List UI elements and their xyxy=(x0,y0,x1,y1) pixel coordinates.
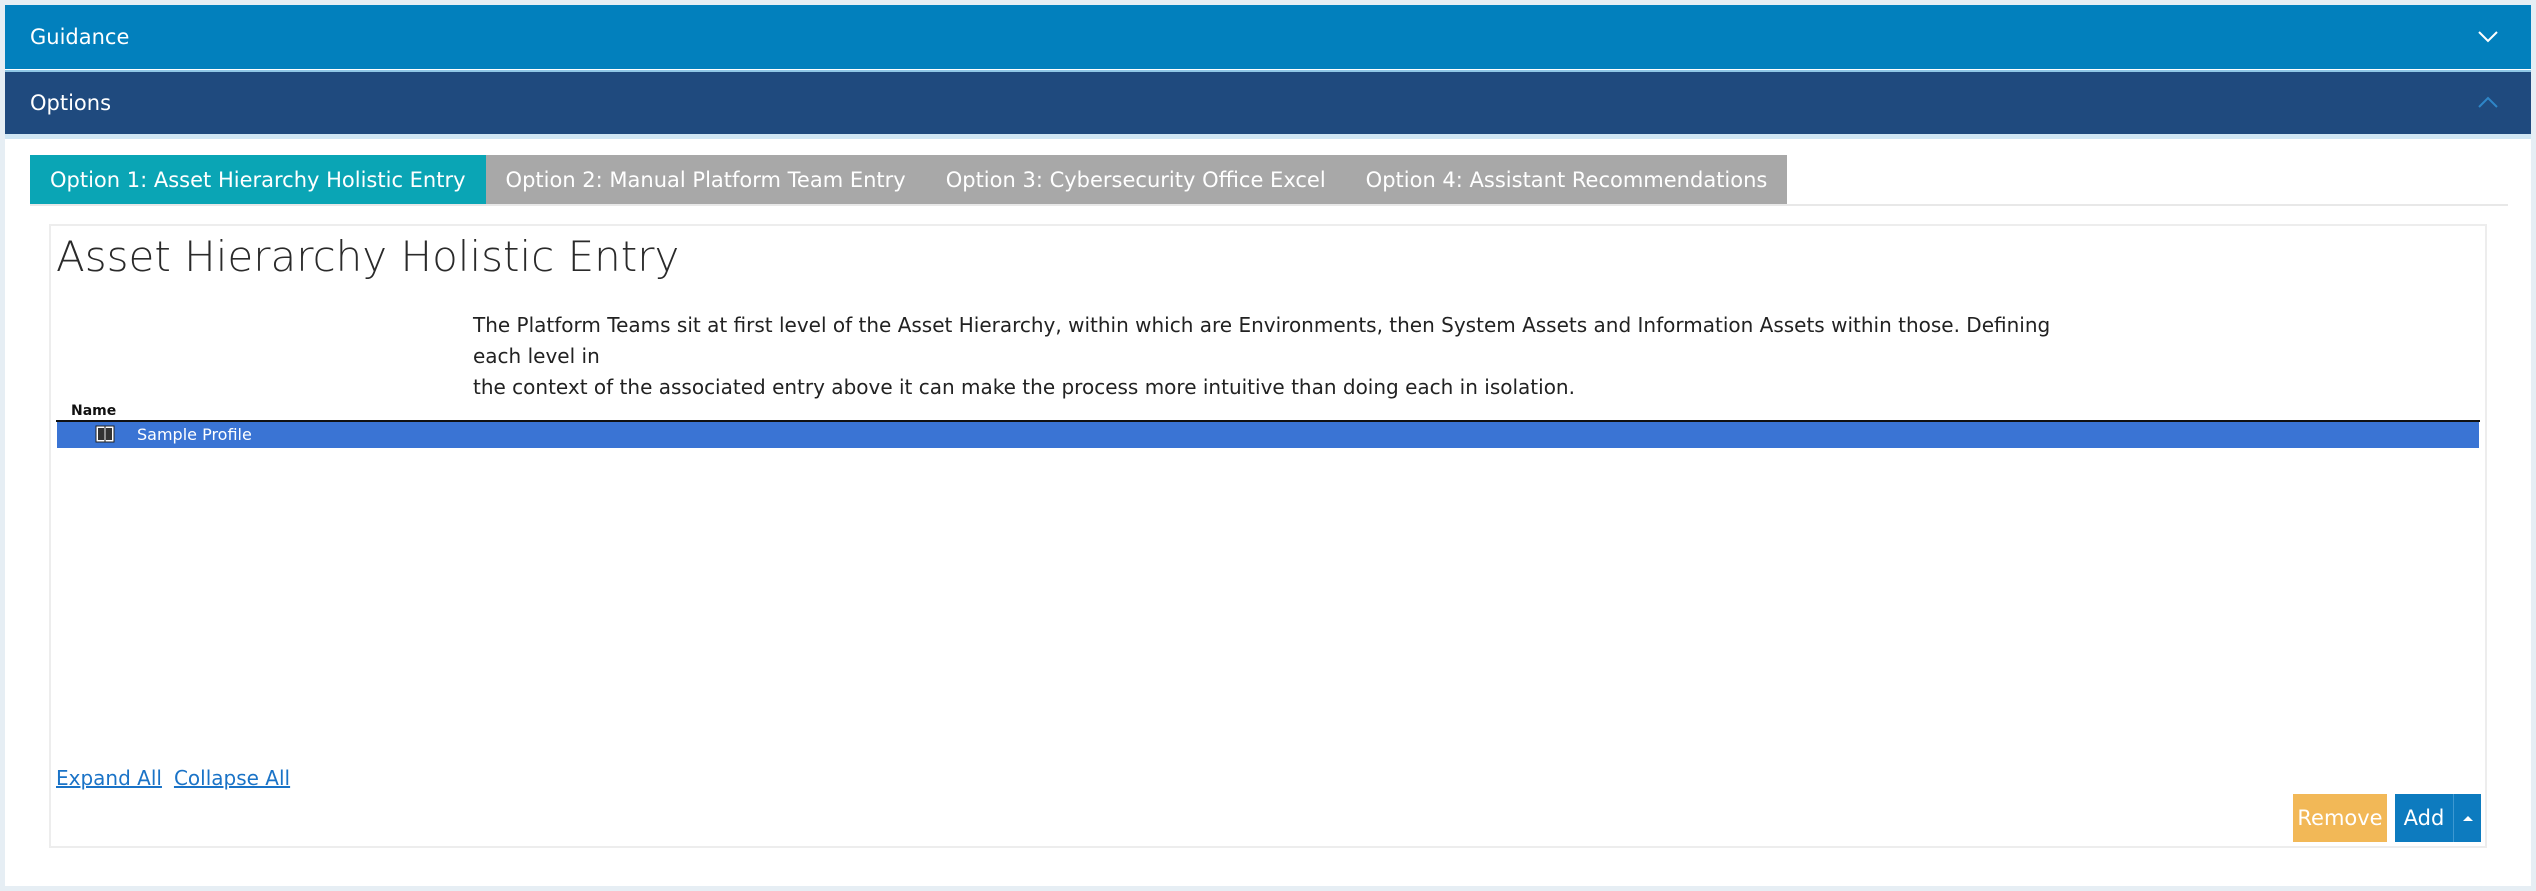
collapse-all-link[interactable]: Collapse All xyxy=(174,766,290,790)
profile-book-icon xyxy=(95,425,115,443)
description-line-1: The Platform Teams sit at first level of… xyxy=(473,313,2051,368)
tab-option-2[interactable]: Option 2: Manual Platform Team Entry xyxy=(485,155,926,205)
tab-panel: Asset Hierarchy Holistic Entry The Platf… xyxy=(49,224,2487,848)
tree-links: Expand All Collapse All xyxy=(56,766,290,790)
option-tabs: Option 1: Asset Hierarchy Holistic Entry… xyxy=(30,155,1788,205)
options-accordion-header[interactable]: Options xyxy=(5,70,2531,134)
description-line-2: the context of the associated entry abov… xyxy=(473,375,1575,399)
tabs-divider xyxy=(30,204,2508,206)
tab-option-3[interactable]: Option 3: Cybersecurity Office Excel xyxy=(925,155,1346,205)
add-dropdown-toggle[interactable] xyxy=(2453,794,2481,842)
panel-description: The Platform Teams sit at first level of… xyxy=(473,310,2093,403)
options-divider xyxy=(5,134,2531,139)
add-button[interactable]: Add xyxy=(2395,794,2453,842)
guidance-label: Guidance xyxy=(30,25,130,49)
remove-button[interactable]: Remove xyxy=(2293,794,2387,842)
tab-option-4[interactable]: Option 4: Assistant Recommendations xyxy=(1345,155,1788,205)
expand-all-link[interactable]: Expand All xyxy=(56,766,162,790)
tree-row-label: Sample Profile xyxy=(137,425,252,444)
panel-title: Asset Hierarchy Holistic Entry xyxy=(56,232,680,281)
guidance-accordion-header[interactable]: Guidance xyxy=(5,5,2531,69)
options-label: Options xyxy=(30,91,112,115)
chevron-down-icon xyxy=(2478,31,2498,43)
caret-up-icon xyxy=(2462,816,2473,821)
tab-option-1[interactable]: Option 1: Asset Hierarchy Holistic Entry xyxy=(30,155,486,205)
chevron-up-icon xyxy=(2478,96,2498,108)
tree-row[interactable]: Sample Profile xyxy=(57,422,2479,448)
name-column-header[interactable]: Name xyxy=(71,403,116,419)
